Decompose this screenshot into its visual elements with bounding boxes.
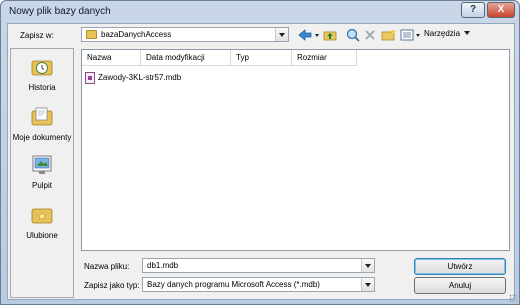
file-name-value: db1.mdb [147, 261, 179, 270]
save-in-value: bazaDanychAccess [101, 30, 172, 39]
chevron-down-icon [464, 31, 471, 38]
window-title: Nowy plik bazy danych [9, 6, 111, 17]
file-name-input[interactable]: db1.mdb [142, 258, 375, 273]
file-name-label: Zawody-3KL-str57.mdb [98, 73, 182, 82]
save-as-type-label: Zapisz jako typ: [84, 281, 140, 290]
save-in-combo[interactable]: bazaDanychAccess [81, 27, 289, 42]
place-history[interactable]: Historia [10, 57, 74, 92]
new-folder-icon[interactable] [381, 28, 397, 42]
place-desktop[interactable]: Pulpit [10, 155, 74, 190]
back-icon[interactable] [297, 28, 321, 42]
place-label: Moje dokumenty [12, 133, 72, 142]
column-header-size[interactable]: Rozmiar [292, 50, 357, 66]
place-label: Pulpit [31, 181, 52, 190]
delete-icon[interactable] [364, 28, 376, 42]
dialog-window: Nowy plik bazy danych ? X Zapisz w: baza… [0, 0, 520, 305]
title-bar[interactable]: Nowy plik bazy danych ? X [1, 1, 519, 23]
file-name-label: Nazwa pliku: [84, 262, 130, 271]
chevron-down-icon[interactable] [361, 278, 374, 291]
save-in-label: Zapisz w: [20, 31, 54, 40]
views-icon[interactable] [400, 28, 422, 42]
my-documents-icon [31, 107, 53, 126]
access-db-icon [85, 72, 95, 84]
tools-label: Narzędzia [424, 29, 461, 38]
place-label: Ulubione [26, 231, 58, 240]
file-list[interactable]: Nazwa Data modyfikacji Typ Rozmiar Zawod… [81, 49, 510, 251]
search-web-icon[interactable] [345, 28, 361, 42]
chevron-down-icon[interactable] [275, 28, 288, 41]
tools-menu[interactable]: Narzędzia [424, 29, 471, 42]
column-header-name[interactable]: Nazwa [82, 50, 141, 66]
create-button[interactable]: Utwórz [414, 258, 506, 275]
place-my-documents[interactable]: Moje dokumenty [10, 107, 74, 142]
place-label: Historia [28, 83, 56, 92]
folder-icon [86, 30, 97, 39]
history-icon [31, 60, 53, 76]
place-favorites[interactable]: Ulubione [10, 205, 74, 240]
column-header-type[interactable]: Typ [231, 50, 292, 66]
up-folder-icon[interactable] [323, 28, 337, 42]
cancel-button[interactable]: Anuluj [414, 277, 506, 294]
chevron-down-icon[interactable] [361, 259, 374, 272]
column-header-modified[interactable]: Data modyfikacji [141, 50, 231, 66]
favorites-icon [31, 208, 53, 224]
save-as-type-select[interactable]: Bazy danych programu Microsoft Access (*… [142, 277, 375, 292]
help-button[interactable]: ? [461, 2, 485, 18]
desktop-icon [32, 155, 52, 174]
save-as-type-value: Bazy danych programu Microsoft Access (*… [147, 280, 320, 289]
close-button[interactable]: X [487, 2, 515, 18]
resize-grip[interactable] [509, 294, 517, 302]
